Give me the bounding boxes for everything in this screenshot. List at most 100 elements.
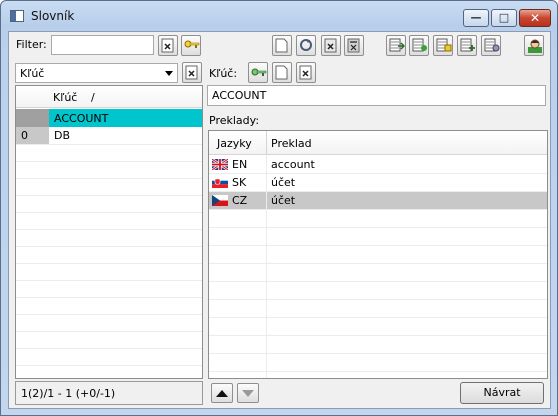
arrow-down-icon [242,390,254,397]
row-index-cell: 0 [16,127,49,144]
row-divider [209,245,547,246]
lang-code: EN [232,158,248,171]
lang-code: SK [232,176,247,189]
green-key-icon [251,68,267,76]
row-divider [209,371,547,372]
clear-doc-icon [161,38,174,53]
minimize-button[interactable]: — [463,9,489,27]
filter-label: Filter: [16,38,47,51]
status-text: 1(2)/1 - 1 (+0/-1) [21,387,116,400]
key-cell: DB [54,129,71,142]
column-header-languages[interactable]: Jazyky [217,137,252,150]
clear-filter-button[interactable] [158,35,178,56]
row-divider [16,161,202,162]
export-button-5[interactable] [481,35,501,56]
row-divider [209,281,547,282]
maximize-button[interactable]: □ [491,9,517,27]
row-divider [16,229,202,230]
row-divider [16,314,202,315]
keys-grid-header: Kľúč / [16,86,202,108]
translations-grid-header: Jazyky Preklad [209,131,547,155]
row-divider [209,227,547,228]
grid-settings-icon [484,38,500,52]
client-area: Filter: Kľúč Kľúč / ACCOUNT 0 DB 1(2)/1 … [8,31,551,409]
user-icon [528,39,542,53]
refresh-button[interactable] [296,35,316,56]
title-bar[interactable]: Slovník — □ ✕ [1,1,557,31]
key-icon [184,40,200,48]
new-document-button[interactable] [272,35,292,56]
key-column-select[interactable]: Kľúč [15,63,178,83]
status-bar: 1(2)/1 - 1 (+0/-1) [15,381,203,405]
key-value-text: ACCOUNT [212,89,267,102]
cz-flag-icon [212,195,228,206]
new-key-button[interactable] [272,62,292,83]
export-button-1[interactable] [386,35,406,56]
app-icon [10,10,24,22]
translation-cell: account [271,158,315,171]
export-button-3[interactable] [433,35,453,56]
new-document-icon [275,38,288,53]
export-button-2[interactable] [409,35,429,56]
move-down-button[interactable] [237,383,259,403]
gb-flag-icon [212,159,228,170]
row-divider [16,144,202,145]
arrow-up-icon [216,390,228,397]
maximize-icon: □ [498,11,510,24]
table-row[interactable]: DB [49,127,202,144]
row-divider [16,178,202,179]
user-button[interactable] [524,35,544,56]
export-button-4[interactable] [457,35,477,56]
delete-all-button[interactable] [344,35,364,56]
row-index: 0 [21,129,28,142]
delete-key-button[interactable] [296,62,316,83]
table-row[interactable]: SK účet [209,174,547,191]
row-divider [209,353,547,354]
grid-yellow-icon [436,38,452,52]
minimize-icon: — [470,11,482,24]
close-icon: ✕ [529,11,541,25]
close-button[interactable]: ✕ [519,9,551,27]
clear-key-button[interactable] [182,62,202,83]
chevron-down-icon [165,71,173,76]
filter-input[interactable] [51,35,154,55]
key-filter-button[interactable] [181,35,201,56]
delete-all-icon [347,38,360,53]
clear-doc-icon [185,65,198,80]
table-row-selected[interactable]: ACCOUNT [49,109,202,127]
grid-plus-icon [460,38,475,52]
sk-flag-icon [212,177,228,188]
column-header-key[interactable]: Kľúč [53,91,77,104]
lang-code: CZ [232,194,248,207]
window-title: Slovník [31,9,75,23]
move-up-button[interactable] [211,383,233,403]
table-row-selected[interactable]: CZ účet [209,192,547,209]
translation-cell: účet [271,194,296,207]
row-divider [16,348,202,349]
delete-doc-icon [299,65,312,80]
delete-record-button[interactable] [321,35,341,56]
row-divider [209,263,547,264]
grid-arrow-icon [389,38,405,52]
translations-grid: Jazyky Preklad EN account SK účet CZ úče… [208,130,548,379]
new-document-icon [275,65,288,80]
row-divider [209,299,547,300]
row-divider [16,195,202,196]
column-divider [266,155,267,378]
row-divider [16,246,202,247]
row-divider [16,365,202,366]
row-divider [16,263,202,264]
table-row[interactable]: EN account [209,156,547,173]
window: Slovník — □ ✕ Filter: Kľúč Kľúč / ACCOUN… [0,0,558,416]
grid-green-icon [412,38,427,52]
row-divider [16,280,202,281]
column-header-translation[interactable]: Preklad [271,137,312,150]
sort-indicator: / [91,91,95,104]
back-button[interactable]: Návrat [460,382,544,404]
row-divider [16,212,202,213]
refresh-icon [300,39,312,51]
edit-key-button[interactable] [248,62,268,83]
row-divider [16,297,202,298]
key-column-select-value: Kľúč [20,67,45,80]
key-value-field[interactable]: ACCOUNT [207,85,546,106]
